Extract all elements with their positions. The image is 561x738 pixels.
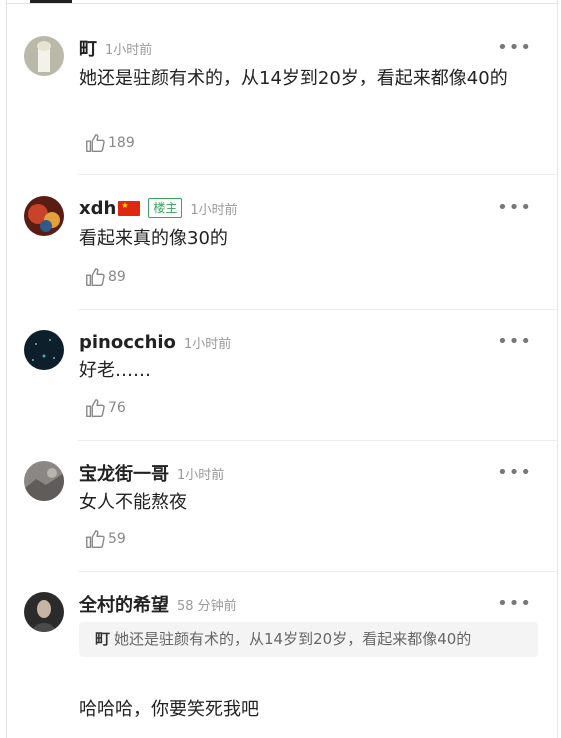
comment-divider [78, 571, 558, 572]
more-dots-icon[interactable]: ••• [497, 330, 532, 354]
top-divider [6, 3, 558, 4]
avatar[interactable] [24, 196, 64, 236]
avatar[interactable] [24, 36, 64, 76]
like-button[interactable]: 89 [84, 266, 126, 288]
comment-text: 女人不能熬夜 [79, 492, 187, 513]
comment-meta: 宝龙街一哥 1小时前 [79, 461, 224, 485]
more-dots-icon[interactable]: ••• [497, 461, 532, 485]
timestamp: 1小时前 [177, 467, 225, 483]
thumbs-up-icon [86, 530, 105, 548]
username[interactable]: 全村的希望 [79, 591, 169, 617]
comment-meta: pinocchio 1小时前 [79, 330, 231, 354]
more-dots-icon[interactable]: ••• [497, 36, 532, 60]
username[interactable]: xdh [79, 198, 116, 219]
comment-item: pinocchio 1小时前 ••• 好老…… 76 [6, 330, 558, 444]
avatar[interactable] [24, 592, 64, 632]
comment-item: xdh ★ 楼主 1小时前 ••• 看起来真的像30的 89 [6, 196, 558, 314]
like-count: 89 [108, 269, 126, 285]
thumbs-up-icon [86, 134, 105, 152]
comment-text: 哈哈哈，你要笑死我吧 [79, 699, 259, 720]
tab-indicator [30, 0, 72, 3]
timestamp: 1小时前 [183, 336, 232, 352]
china-flag-icon: ★ [118, 200, 141, 216]
like-count: 189 [108, 135, 135, 151]
timestamp: 1小时前 [105, 42, 153, 58]
username[interactable]: 町 [79, 35, 97, 61]
comment-item: 町 1小时前 ••• 她还是驻颜有术的，从14岁到20岁，看起来都像40的 18… [6, 36, 558, 176]
like-button[interactable]: 59 [84, 528, 126, 550]
comment-text: 看起来真的像30的 [79, 228, 228, 249]
comment-meta: 全村的希望 58 分钟前 [79, 592, 237, 616]
comment-text: 好老…… [79, 360, 151, 381]
comment-meta: 町 1小时前 [79, 36, 152, 60]
comment-meta: xdh ★ 楼主 1小时前 [79, 196, 238, 220]
more-dots-icon[interactable]: ••• [497, 592, 532, 616]
avatar[interactable] [24, 330, 64, 370]
comment-text: 她还是驻颜有术的，从14岁到20岁，看起来都像40的 [79, 68, 508, 89]
like-count: 76 [108, 400, 126, 416]
username[interactable]: pinocchio [79, 332, 176, 353]
thumbs-up-icon [86, 268, 105, 286]
like-button[interactable]: 76 [84, 397, 126, 419]
timestamp: 1小时前 [190, 202, 238, 218]
thumbs-up-icon [86, 399, 105, 417]
comment-divider [78, 309, 558, 310]
comment-divider [78, 440, 558, 441]
like-button[interactable]: 189 [84, 132, 135, 154]
comment-divider [78, 174, 558, 175]
username[interactable]: 宝龙街一哥 [79, 460, 169, 486]
owner-badge: 楼主 [148, 198, 183, 218]
comment-item: 全村的希望 58 分钟前 ••• 町她还是驻颜有术的，从14岁到20岁，看起来都… [6, 592, 558, 738]
more-dots-icon[interactable]: ••• [497, 196, 532, 220]
timestamp: 58 分钟前 [177, 598, 237, 614]
avatar[interactable] [24, 461, 64, 501]
quoted-text: 她还是驻颜有术的，从14岁到20岁，看起来都像40的 [114, 630, 472, 648]
quoted-reply[interactable]: 町她还是驻颜有术的，从14岁到20岁，看起来都像40的 [79, 622, 538, 657]
comment-item: 宝龙街一哥 1小时前 ••• 女人不能熬夜 59 [6, 461, 558, 575]
like-count: 59 [108, 531, 126, 547]
quoted-username[interactable]: 町 [95, 630, 110, 648]
